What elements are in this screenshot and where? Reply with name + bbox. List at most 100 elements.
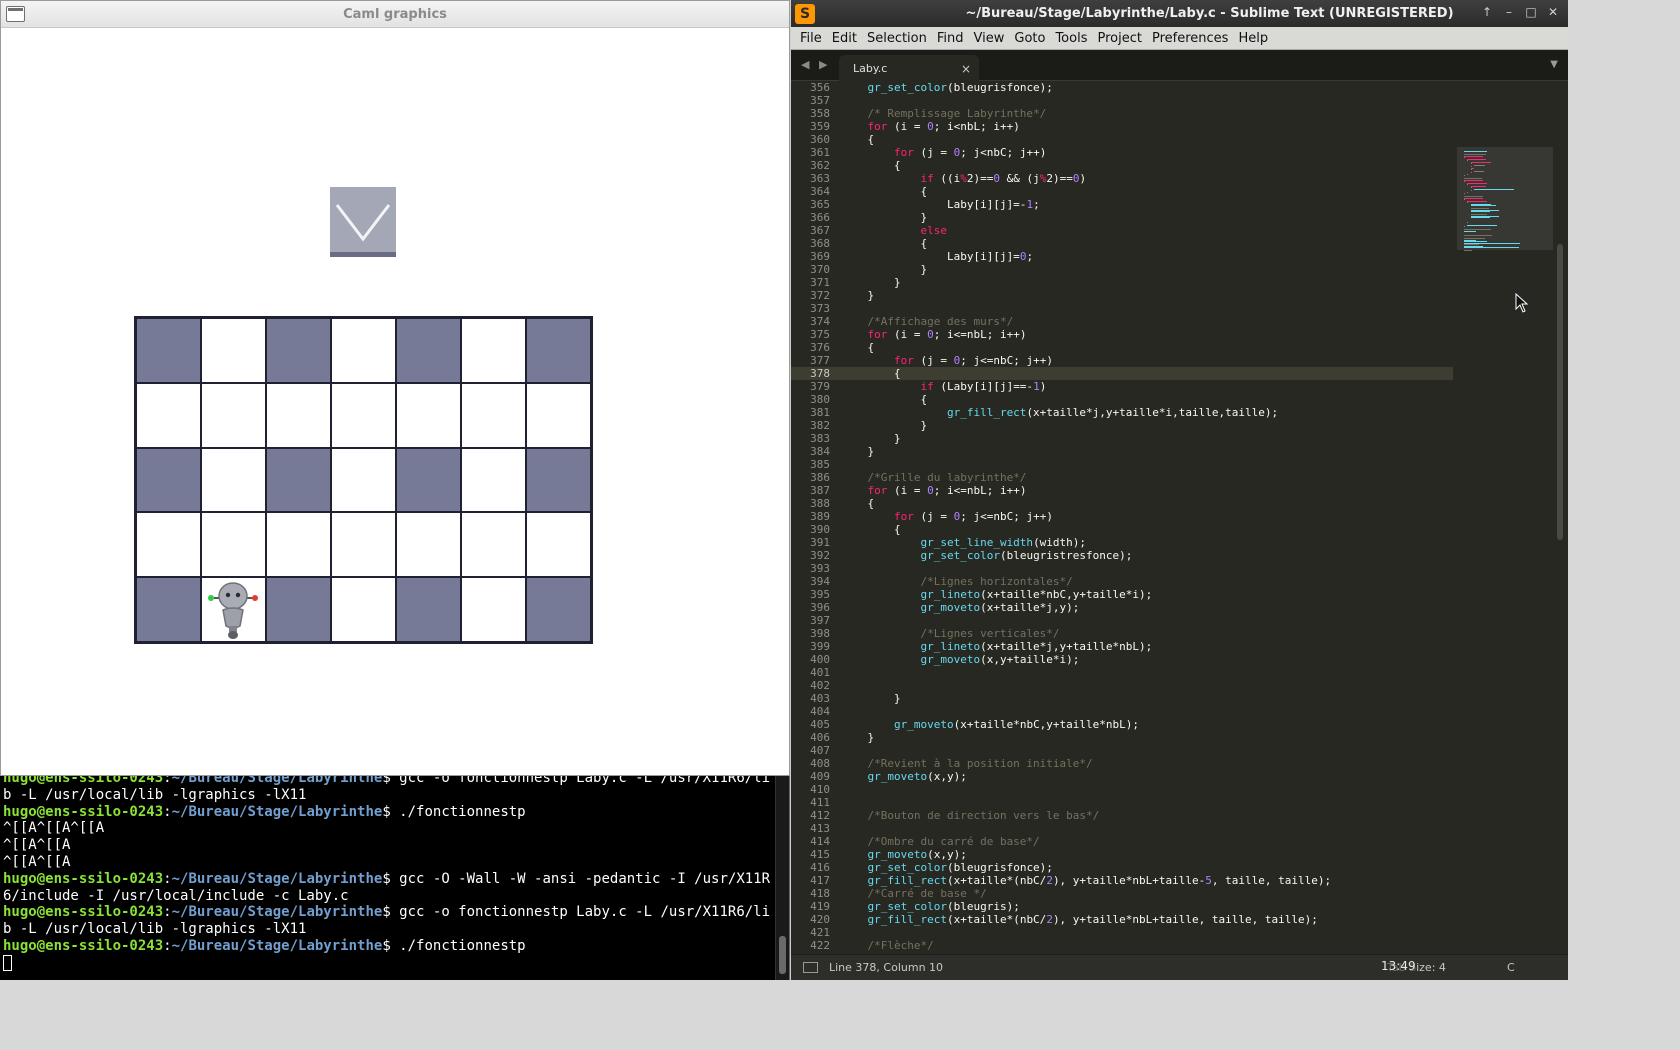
caml-titlebar[interactable]: Caml graphics	[1, 1, 789, 28]
code-line[interactable]: for (i = 0; i<nbL; i++)	[841, 120, 1453, 133]
code-line[interactable]: /*Ombre du carré de base*/	[841, 835, 1453, 848]
code-line[interactable]: {	[841, 341, 1453, 354]
terminal-scrollbar[interactable]	[775, 776, 789, 980]
menu-file[interactable]: File	[795, 31, 827, 46]
code-line[interactable]	[841, 705, 1453, 718]
code-line[interactable]: }	[841, 289, 1453, 302]
code-line[interactable]	[841, 666, 1453, 679]
code-line[interactable]	[841, 302, 1453, 315]
code-line[interactable]: gr_fill_rect(x+taille*(nbC/2), y+taille*…	[841, 874, 1453, 887]
code-line[interactable]: gr_fill_rect(x+taille*(nbC/2), y+taille*…	[841, 913, 1453, 926]
code-line[interactable]: {	[841, 393, 1453, 406]
code-line[interactable]: }	[841, 445, 1453, 458]
code-line[interactable]: gr_lineto(x+taille*j,y+taille*nbL);	[841, 640, 1453, 653]
code-line[interactable]: gr_moveto(x+taille*nbC,y+taille*nbL);	[841, 718, 1453, 731]
code-line[interactable]: gr_lineto(x+taille*nbC,y+taille*i);	[841, 588, 1453, 601]
code-line[interactable]	[841, 614, 1453, 627]
tab-list-dropdown-icon[interactable]: ▼	[1550, 59, 1558, 70]
code-line[interactable]: gr_set_color(bleugrisfonce);	[841, 861, 1453, 874]
code-line[interactable]: gr_set_line_width(width);	[841, 536, 1453, 549]
code-line[interactable]: {	[841, 159, 1453, 172]
code-line[interactable]: gr_moveto(x,y);	[841, 770, 1453, 783]
menu-edit[interactable]: Edit	[827, 31, 862, 46]
menu-selection[interactable]: Selection	[862, 31, 932, 46]
code-line[interactable]: {	[841, 497, 1453, 510]
code-line[interactable]: }	[841, 419, 1453, 432]
code-line[interactable]: gr_set_color(bleugristresfonce);	[841, 549, 1453, 562]
menu-project[interactable]: Project	[1092, 31, 1146, 46]
tab-close-icon[interactable]: ×	[961, 62, 971, 76]
code-line[interactable]: Laby[i][j]=-1;	[841, 198, 1453, 211]
code-line[interactable]: else	[841, 224, 1453, 237]
code-line[interactable]: }	[841, 276, 1453, 289]
menu-preferences[interactable]: Preferences	[1147, 31, 1233, 46]
panel-toggle-icon[interactable]	[803, 962, 818, 973]
code-line[interactable]: for (i = 0; i<=nbL; i++)	[841, 484, 1453, 497]
code-line[interactable]	[841, 796, 1453, 809]
code-line[interactable]: }	[841, 692, 1453, 705]
code-line[interactable]: /* Remplissage Labyrinthe*/	[841, 107, 1453, 120]
code-line[interactable]: /*Flèche*/	[841, 939, 1453, 952]
code-line[interactable]	[841, 744, 1453, 757]
syntax-indicator[interactable]: C	[1507, 961, 1515, 974]
menu-help[interactable]: Help	[1233, 31, 1273, 46]
menu-view[interactable]: View	[969, 31, 1010, 46]
raise-window-icon[interactable]: ↑	[1480, 5, 1494, 19]
code-line[interactable]: /*Carré de base */	[841, 887, 1453, 900]
editor-scroll-thumb[interactable]	[1557, 244, 1563, 540]
code-line[interactable]: gr_moveto(x,y);	[841, 848, 1453, 861]
tab-laby-c[interactable]: Laby.c ×	[839, 55, 979, 81]
editor-scrollbar[interactable]	[1557, 81, 1565, 954]
code-line[interactable]: /*Lignes horizontales*/	[841, 575, 1453, 588]
tab-nav-arrows-icon[interactable]: ◀ ▶	[801, 58, 830, 71]
maximize-icon[interactable]: □	[1524, 5, 1538, 19]
code-line[interactable]: {	[841, 367, 1453, 380]
code-line[interactable]: gr_set_color(bleugrisfonce);	[841, 81, 1453, 94]
code-line[interactable]	[841, 926, 1453, 939]
code-line[interactable]: gr_set_color(bleugris);	[841, 900, 1453, 913]
menu-tools[interactable]: Tools	[1050, 31, 1092, 46]
code-line[interactable]: /*Grille du labyrinthe*/	[841, 471, 1453, 484]
code-line[interactable]: for (j = 0; j<nbC; j++)	[841, 146, 1453, 159]
code-line[interactable]: if (Laby[i][j]==-1)	[841, 380, 1453, 393]
code-line[interactable]: if ((i%2)==0 && (j%2)==0)	[841, 172, 1453, 185]
terminal-scroll-thumb[interactable]	[779, 936, 786, 974]
code-line[interactable]: }	[841, 211, 1453, 224]
code-line[interactable]	[841, 94, 1453, 107]
code-line[interactable]: }	[841, 731, 1453, 744]
code-line[interactable]: {	[841, 237, 1453, 250]
down-direction-button[interactable]	[330, 187, 396, 257]
code-line[interactable]: {	[841, 523, 1453, 536]
minimize-icon[interactable]: –	[1502, 5, 1516, 19]
terminal-window[interactable]: hugo@ens-ssilo-0243:~/Bureau/Stage/Labyr…	[0, 776, 790, 980]
code-line[interactable]: {	[841, 185, 1453, 198]
code-line[interactable]: {	[841, 133, 1453, 146]
code-editor[interactable]: 356 357 358 359 360 361 362 363 364 365 366 367 368 3…	[791, 81, 1568, 954]
code-line[interactable]: Laby[i][j]=0;	[841, 250, 1453, 263]
code-line[interactable]: gr_fill_rect(x+taille*j,y+taille*i,taill…	[841, 406, 1453, 419]
code-line[interactable]: /*Lignes verticales*/	[841, 627, 1453, 640]
code-line[interactable]: }	[841, 432, 1453, 445]
graphics-canvas[interactable]	[1, 29, 789, 775]
minimap[interactable]	[1457, 81, 1553, 954]
code-line[interactable]: /*Revient à la position initiale*/	[841, 757, 1453, 770]
code-line[interactable]: for (j = 0; j<=nbC; j++)	[841, 354, 1453, 367]
code-line[interactable]: }	[841, 263, 1453, 276]
code-line[interactable]	[841, 822, 1453, 835]
code-line[interactable]: for (i = 0; i<=nbL; i++)	[841, 328, 1453, 341]
sublime-titlebar[interactable]: S ~/Bureau/Stage/Labyrinthe/Laby.c - Sub…	[791, 0, 1568, 27]
code-line[interactable]	[841, 783, 1453, 796]
code-line[interactable]: gr_moveto(x+taille*j,y);	[841, 601, 1453, 614]
code-line[interactable]	[841, 458, 1453, 471]
menu-find[interactable]: Find	[932, 31, 969, 46]
code-line[interactable]	[841, 562, 1453, 575]
close-icon[interactable]: ✕	[1546, 5, 1560, 19]
code-token: }	[841, 692, 901, 705]
code-line[interactable]: for (j = 0; j<=nbC; j++)	[841, 510, 1453, 523]
code-line[interactable]: gr_moveto(x,y+taille*i);	[841, 653, 1453, 666]
code-line[interactable]: /*Affichage des murs*/	[841, 315, 1453, 328]
code-line[interactable]	[841, 679, 1453, 692]
menu-goto[interactable]: Goto	[1009, 31, 1050, 46]
code-line[interactable]: /*Bouton de direction vers le bas*/	[841, 809, 1453, 822]
code-area[interactable]: gr_set_color(bleugrisfonce); /* Rempliss…	[841, 81, 1453, 954]
